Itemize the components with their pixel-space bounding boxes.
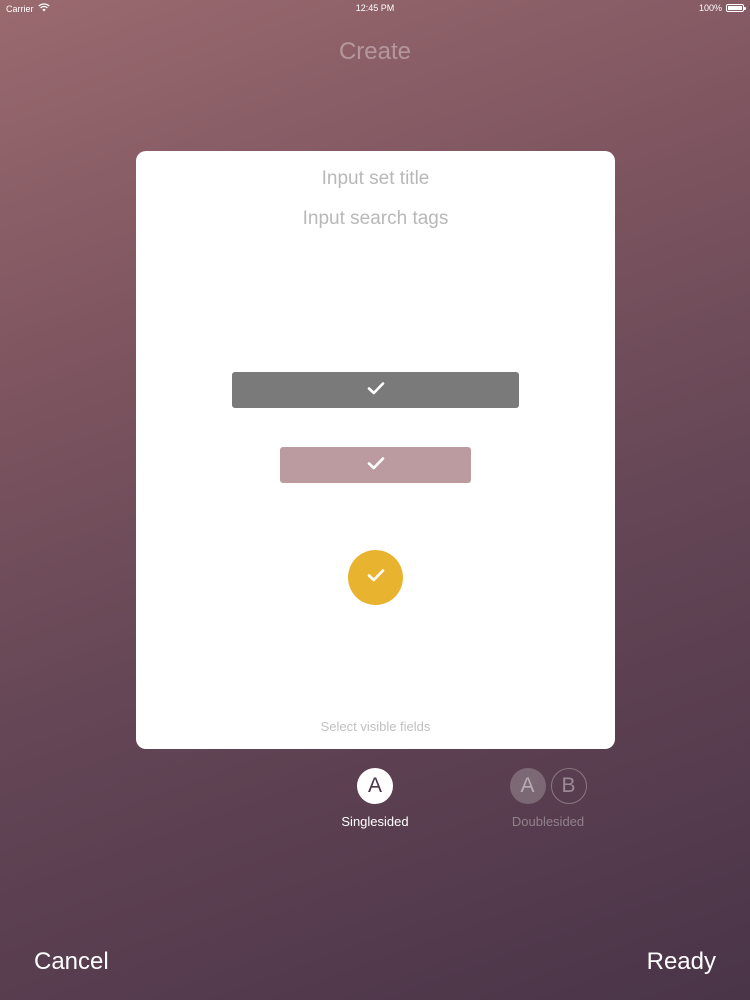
side-a-circle: A	[509, 768, 546, 804]
singlesided-icon: A	[330, 768, 420, 804]
status-time: 12:45 PM	[355, 3, 395, 13]
checkmark-icon	[367, 381, 385, 400]
doublesided-label: Doublesided	[511, 814, 585, 829]
battery-fill	[728, 6, 742, 10]
checkmark-icon	[367, 456, 385, 475]
doublesided-icon: A B	[498, 768, 598, 804]
set-title-input[interactable]	[136, 165, 615, 193]
select-fields-hint: Select visible fields	[320, 719, 431, 734]
side-a-circle: A	[357, 768, 393, 804]
status-right: 100%	[698, 3, 746, 13]
battery-icon	[726, 4, 746, 12]
page-title: Create	[338, 38, 412, 65]
doublesided-option[interactable]: A B Doublesided	[498, 768, 598, 829]
singlesided-option[interactable]: A Singlesided	[330, 768, 420, 829]
checkmark-icon	[367, 568, 385, 587]
image-field-toggle[interactable]	[348, 550, 403, 605]
back-field-toggle[interactable]	[280, 447, 471, 483]
status-bar: Carrier 12:45 PM 100%	[0, 0, 750, 16]
battery-percent: 100%	[698, 3, 722, 13]
search-tags-input[interactable]	[136, 205, 615, 233]
singlesided-label: Singlesided	[341, 814, 409, 829]
create-card: Select visible fields	[136, 151, 615, 749]
cancel-button[interactable]: Cancel	[34, 948, 109, 976]
side-b-circle: B	[550, 768, 587, 804]
front-field-toggle[interactable]	[232, 372, 519, 408]
ready-button[interactable]: Ready	[647, 948, 716, 976]
